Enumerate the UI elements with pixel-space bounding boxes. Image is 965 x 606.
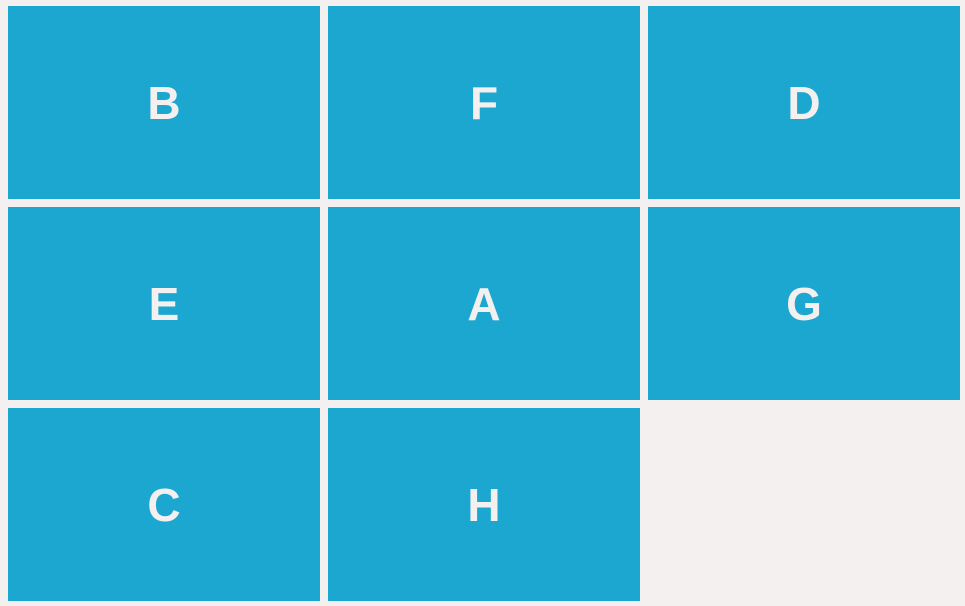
puzzle-tile[interactable]: H: [328, 408, 640, 601]
puzzle-tile[interactable]: D: [648, 6, 960, 199]
puzzle-tile[interactable]: B: [8, 6, 320, 199]
sliding-puzzle-board: B F D E A G C H: [0, 0, 965, 606]
puzzle-tile[interactable]: A: [328, 207, 640, 400]
tile-label: D: [787, 76, 821, 129]
tile-label: G: [786, 277, 822, 330]
tile-label: H: [467, 478, 501, 531]
puzzle-tile[interactable]: C: [8, 408, 320, 601]
tile-label: F: [469, 76, 499, 129]
puzzle-tile[interactable]: G: [648, 207, 960, 400]
tile-label: B: [147, 76, 181, 129]
tile-label: A: [467, 277, 501, 330]
tile-label: C: [147, 478, 181, 531]
empty-slot[interactable]: [648, 408, 960, 601]
tile-label: E: [148, 277, 180, 330]
puzzle-tile[interactable]: E: [8, 207, 320, 400]
puzzle-tile[interactable]: F: [328, 6, 640, 199]
